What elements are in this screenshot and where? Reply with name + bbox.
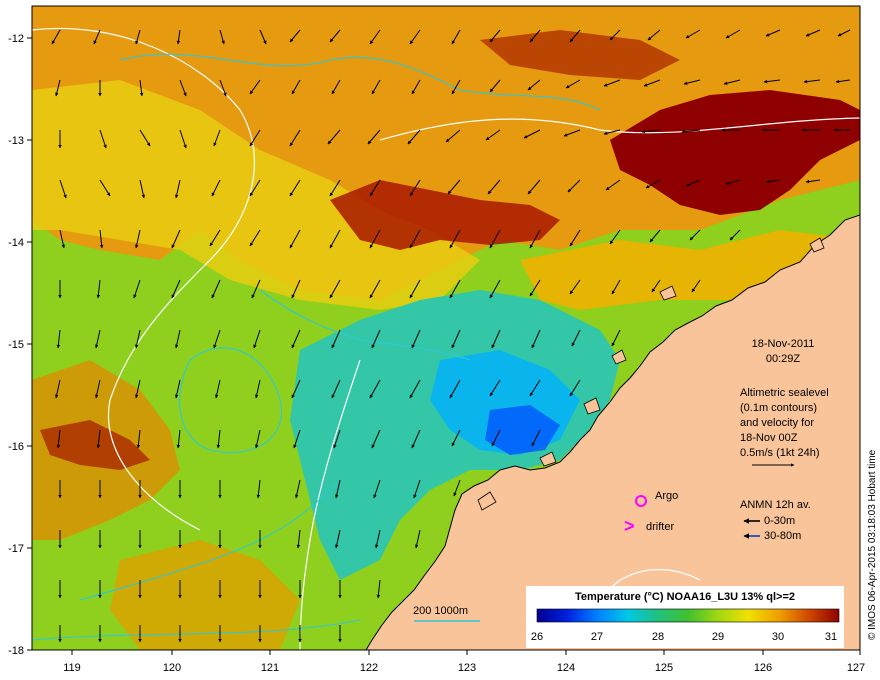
colorbar-tick: 30 [772, 631, 784, 643]
longitude-labels: 119 120 121 122 123 124 125 126 127 [63, 662, 865, 674]
anmn-deep-label: 30-80m [764, 530, 801, 542]
colorbar-tick: 29 [712, 631, 724, 643]
altimetry-line: 18-Nov 00Z [740, 432, 798, 444]
lon-tick: 125 [655, 662, 673, 674]
lat-tick: -14 [8, 237, 24, 249]
colorbar-title: Temperature (°C) NOAA16_L3U 13% ql>=2 [575, 591, 795, 603]
colorbar-tick: 31 [825, 631, 837, 643]
anmn-shallow-label: 0-30m [764, 515, 795, 527]
lon-tick: 121 [261, 662, 279, 674]
lat-tick: -15 [8, 339, 24, 351]
lon-tick: 123 [458, 662, 476, 674]
drifter-marker: > [624, 516, 635, 536]
colorbar: Temperature (°C) NOAA16_L3U 13% ql>=2 26… [526, 586, 844, 648]
altimetry-line: Altimetric sealevel [740, 387, 829, 399]
isobath-label: 200 1000m [413, 605, 468, 617]
colorbar-tick: 26 [531, 631, 543, 643]
lon-tick: 124 [557, 662, 575, 674]
lon-tick: 119 [63, 662, 81, 674]
latitude-labels: -12 -13 -14 -15 -16 -17 -18 [8, 33, 24, 657]
lon-tick: 122 [360, 662, 378, 674]
colorbar-gradient [536, 608, 840, 623]
altimetry-line: and velocity for [740, 417, 814, 429]
colorbar-tick: 28 [652, 631, 664, 643]
lat-tick: -18 [8, 645, 24, 657]
altimetry-line: 0.5m/s (1kt 24h) [740, 447, 819, 459]
lon-tick: 126 [754, 662, 772, 674]
lat-tick: -12 [8, 33, 24, 45]
plot-area [32, 6, 860, 650]
anmn-title: ANMN 12h av. [740, 499, 811, 511]
argo-label: Argo [655, 490, 678, 502]
sst-map: 119 120 121 122 123 124 125 126 127 -12 … [8, 5, 878, 674]
lon-tick: 127 [847, 662, 865, 674]
imos-credit: © IMOS 06-Apr-2015 03:18:03 Hobart time [867, 449, 878, 640]
drifter-label: drifter [646, 521, 674, 533]
colorbar-tick: 27 [591, 631, 603, 643]
lat-tick: -17 [8, 543, 24, 555]
lat-tick: -16 [8, 441, 24, 453]
lon-tick: 120 [163, 662, 181, 674]
map-date: 18-Nov-2011 [752, 338, 815, 350]
map-time: 00:29Z [766, 353, 801, 365]
lat-tick: -13 [8, 135, 24, 147]
altimetry-line: (0.1m contours) [740, 402, 817, 414]
